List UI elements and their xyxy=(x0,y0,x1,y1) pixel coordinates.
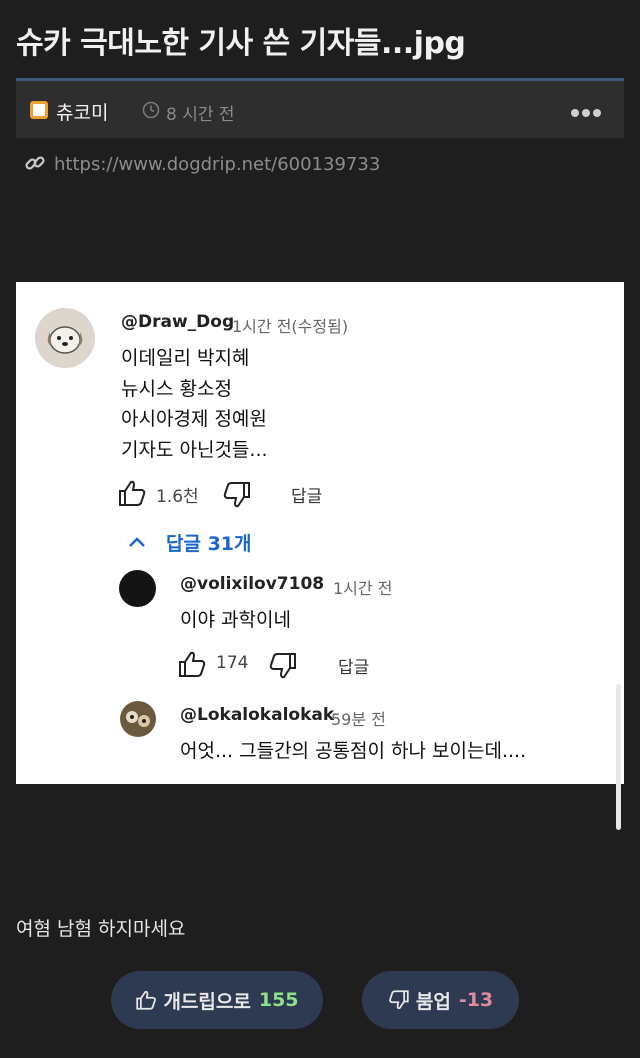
thumb-down-icon xyxy=(223,482,250,508)
reply-text: 어엇... 그들간의 공통점이 하나 보이는데.... xyxy=(180,740,527,762)
author-name[interactable]: 츄코미 xyxy=(56,98,108,125)
comment-handle: @Draw_Dog xyxy=(121,312,235,332)
downvote-label: 붐업 xyxy=(415,990,451,1013)
like-count: 1.6천 xyxy=(156,487,199,507)
avatar xyxy=(120,701,156,737)
reply-button: 답글 xyxy=(338,658,370,678)
thumb-up-icon xyxy=(119,480,146,506)
post-meta-bar: 츄코미 8 시간 전 xyxy=(16,78,624,138)
link-icon xyxy=(25,156,45,170)
comment-line: 아시아경제 정예원 xyxy=(121,408,267,430)
reply-handle: @Lokalokalokak xyxy=(180,705,335,725)
comment-time: 1시간 전(수정됨) xyxy=(232,317,349,336)
comment-screenshot: @Draw_Dog 1시간 전(수정됨) 이데일리 박지혜 뉴시스 황소정 아시… xyxy=(16,282,624,784)
reply-handle: @volixilov7108 xyxy=(180,574,325,594)
thumb-down-icon xyxy=(269,653,296,679)
category-icon xyxy=(30,101,48,119)
reply-button: 답글 xyxy=(291,487,323,507)
reply-time: 1시간 전 xyxy=(333,579,393,598)
more-icon[interactable] xyxy=(570,108,602,118)
upvote-button[interactable]: 개드립으로 155 xyxy=(111,971,323,1029)
clock-icon xyxy=(142,101,160,119)
post-title: 슈카 극대노한 기사 쓴 기자들...jpg xyxy=(16,26,466,61)
avatar xyxy=(35,308,95,368)
thumb-up-icon xyxy=(179,651,206,677)
reply-time: 59분 전 xyxy=(331,710,386,729)
avatar xyxy=(119,570,156,607)
thumb-up-icon xyxy=(136,990,157,1010)
scrollbar[interactable] xyxy=(616,684,621,830)
upvote-count: 155 xyxy=(258,989,299,1011)
downvote-button[interactable]: 붐업 -13 xyxy=(362,971,519,1029)
dog-face-icon xyxy=(47,326,83,354)
reply-text: 이야 과학이네 xyxy=(180,609,291,631)
downvote-count: -13 xyxy=(458,989,494,1011)
like-count: 174 xyxy=(216,653,249,673)
comment-line: 기자도 아닌것들... xyxy=(121,439,268,461)
thumb-down-icon xyxy=(388,990,409,1010)
upvote-label: 개드립으로 xyxy=(163,990,251,1013)
post-body-text: 여혐 남혐 하지마세요 xyxy=(16,918,186,940)
replies-toggle: 답글 31개 xyxy=(166,533,252,555)
comment-line: 뉴시스 황소정 xyxy=(121,378,232,400)
chevron-up-icon xyxy=(129,537,145,547)
comment-line: 이데일리 박지혜 xyxy=(121,347,250,369)
source-link[interactable]: https://www.dogdrip.net/600139733 xyxy=(54,154,380,175)
post-time: 8 시간 전 xyxy=(166,105,235,125)
